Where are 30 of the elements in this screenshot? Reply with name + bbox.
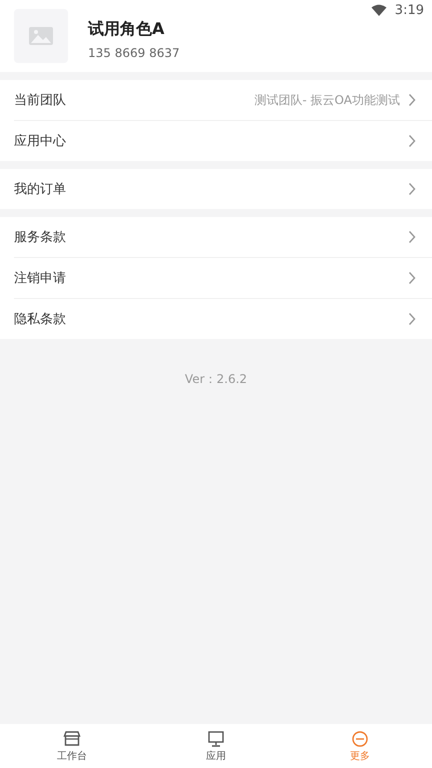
chevron-right-icon — [408, 230, 416, 244]
chevron-right-icon — [408, 182, 416, 196]
user-name: 试用角色A — [88, 18, 166, 40]
chevron-right-icon — [408, 134, 416, 148]
menu-value: 测试团队- 振云OA功能测试 — [254, 92, 400, 108]
nav-tab[interactable]: 工作台 — [0, 724, 144, 768]
status-time: 3:19 — [394, 3, 424, 18]
menu-item[interactable]: 隐私条款 — [14, 298, 432, 339]
menu-item[interactable]: 我的订单 — [14, 169, 432, 209]
menu-label: 应用中心 — [14, 133, 67, 150]
menu-item[interactable]: 注销申请 — [14, 257, 432, 298]
menu-label: 我的订单 — [14, 181, 67, 198]
menu-label: 隐私条款 — [14, 311, 67, 328]
image-icon — [28, 26, 54, 46]
version-text: Ver：2.6.2 — [184, 371, 248, 388]
chevron-right-icon — [408, 312, 416, 326]
menu-label: 当前团队 — [14, 92, 67, 109]
menu-item[interactable]: 应用中心 — [14, 120, 432, 161]
chevron-right-icon — [408, 271, 416, 285]
phone-number: 135 8669 8637 — [88, 46, 180, 60]
chevron-right-icon — [408, 93, 416, 107]
menu-label: 服务条款 — [14, 229, 67, 246]
monitor-icon — [207, 730, 225, 748]
nav-tab[interactable]: 应用 — [144, 724, 288, 768]
wifi-icon — [370, 4, 387, 17]
circle-icon — [351, 730, 369, 748]
menu-label: 注销申请 — [14, 270, 67, 287]
menu-item[interactable]: 当前团队 测试团队- 振云OA功能测试 — [14, 80, 432, 120]
menu-item[interactable]: 服务条款 — [14, 217, 432, 257]
store-icon — [63, 730, 81, 748]
